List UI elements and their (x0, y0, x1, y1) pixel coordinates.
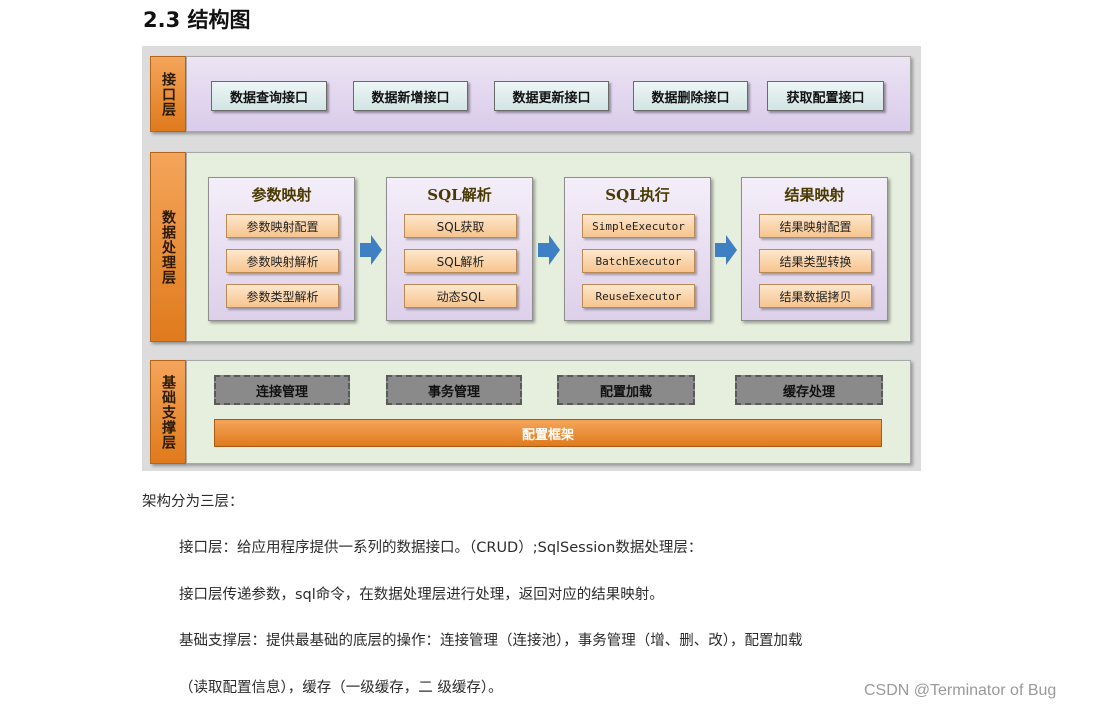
intro-text: 架构分为三层： (142, 494, 244, 510)
module-title: 参数映射 (251, 186, 312, 204)
module-item: 动态SQL (404, 284, 517, 308)
support-layer-label: 基础支撑层 (150, 360, 186, 464)
paragraph-line: 接口层传递参数，sql命令，在数据处理层进行处理，返回对应的结果映射。 (179, 587, 664, 603)
module-item: SQL获取 (404, 214, 517, 238)
module-item: BatchExecutor (582, 249, 695, 273)
module-item: SQL解析 (404, 249, 517, 273)
api-layer: 接口层 数据查询接口 数据新增接口 数据更新接口 数据删除接口 获取配置接口 (150, 56, 911, 132)
module-sql-parsing: SQL解析 SQL获取 SQL解析 动态SQL (386, 177, 533, 321)
support-box-config-loading: 配置加载 (557, 375, 695, 405)
module-item: SimpleExecutor (582, 214, 695, 238)
paragraph-line: 接口层：给应用程序提供一系列的数据接口。（CRUD）;SqlSession数据处… (179, 540, 703, 556)
module-item: 参数映射配置 (226, 214, 339, 238)
support-box-transaction: 事务管理 (386, 375, 522, 405)
processing-layer-label: 数据处理层 (150, 152, 186, 342)
api-layer-body: 数据查询接口 数据新增接口 数据更新接口 数据删除接口 获取配置接口 (186, 56, 911, 132)
module-title: SQL解析 (427, 186, 492, 204)
api-box-update: 数据更新接口 (494, 81, 609, 111)
processing-layer: 数据处理层 参数映射 参数映射配置 参数映射解析 参数类型解析 SQL解析 SQ… (150, 152, 911, 342)
config-framework-bar: 配置框架 (214, 419, 882, 447)
support-box-connection: 连接管理 (214, 375, 350, 405)
module-title: 结果映射 (784, 186, 845, 204)
processing-layer-body: 参数映射 参数映射配置 参数映射解析 参数类型解析 SQL解析 SQL获取 SQ… (186, 152, 911, 342)
flow-arrow-icon (715, 235, 737, 265)
paragraph-line: （读取配置信息），缓存（一级缓存，二 级缓存）。 (179, 680, 503, 696)
module-title: SQL执行 (605, 186, 670, 204)
module-param-mapping: 参数映射 参数映射配置 参数映射解析 参数类型解析 (208, 177, 355, 321)
paragraph-line: 基础支撑层：提供最基础的底层的操作：连接管理（连接池），事务管理（增、删、改），… (179, 633, 803, 649)
api-box-insert: 数据新增接口 (353, 81, 468, 111)
flow-arrow-icon (360, 235, 382, 265)
architecture-diagram: 接口层 数据查询接口 数据新增接口 数据更新接口 数据删除接口 获取配置接口 数… (142, 46, 921, 471)
processing-layer-label-text: 数据处理层 (160, 209, 176, 285)
module-item: 结果映射配置 (759, 214, 872, 238)
module-result-mapping: 结果映射 结果映射配置 结果类型转换 结果数据拷贝 (741, 177, 888, 321)
support-box-cache: 缓存处理 (735, 375, 883, 405)
flow-arrow-icon (538, 235, 560, 265)
watermark-text: CSDN @Terminator of Bug (864, 682, 1057, 699)
api-box-query: 数据查询接口 (211, 81, 327, 111)
module-sql-execution: SQL执行 SimpleExecutor BatchExecutor Reuse… (564, 177, 711, 321)
api-layer-label-text: 接口层 (160, 71, 176, 117)
module-item: 结果数据拷贝 (759, 284, 872, 308)
support-layer: 基础支撑层 连接管理 事务管理 配置加载 缓存处理 配置框架 (150, 360, 911, 464)
api-box-config: 获取配置接口 (767, 81, 884, 111)
module-item: 参数类型解析 (226, 284, 339, 308)
api-layer-label: 接口层 (150, 56, 186, 132)
support-layer-label-text: 基础支撑层 (160, 374, 176, 450)
module-item: ReuseExecutor (582, 284, 695, 308)
support-layer-body: 连接管理 事务管理 配置加载 缓存处理 配置框架 (186, 360, 911, 464)
module-item: 参数映射解析 (226, 249, 339, 273)
module-item: 结果类型转换 (759, 249, 872, 273)
api-box-delete: 数据删除接口 (633, 81, 748, 111)
section-heading: 2.3 结构图 (143, 8, 251, 32)
